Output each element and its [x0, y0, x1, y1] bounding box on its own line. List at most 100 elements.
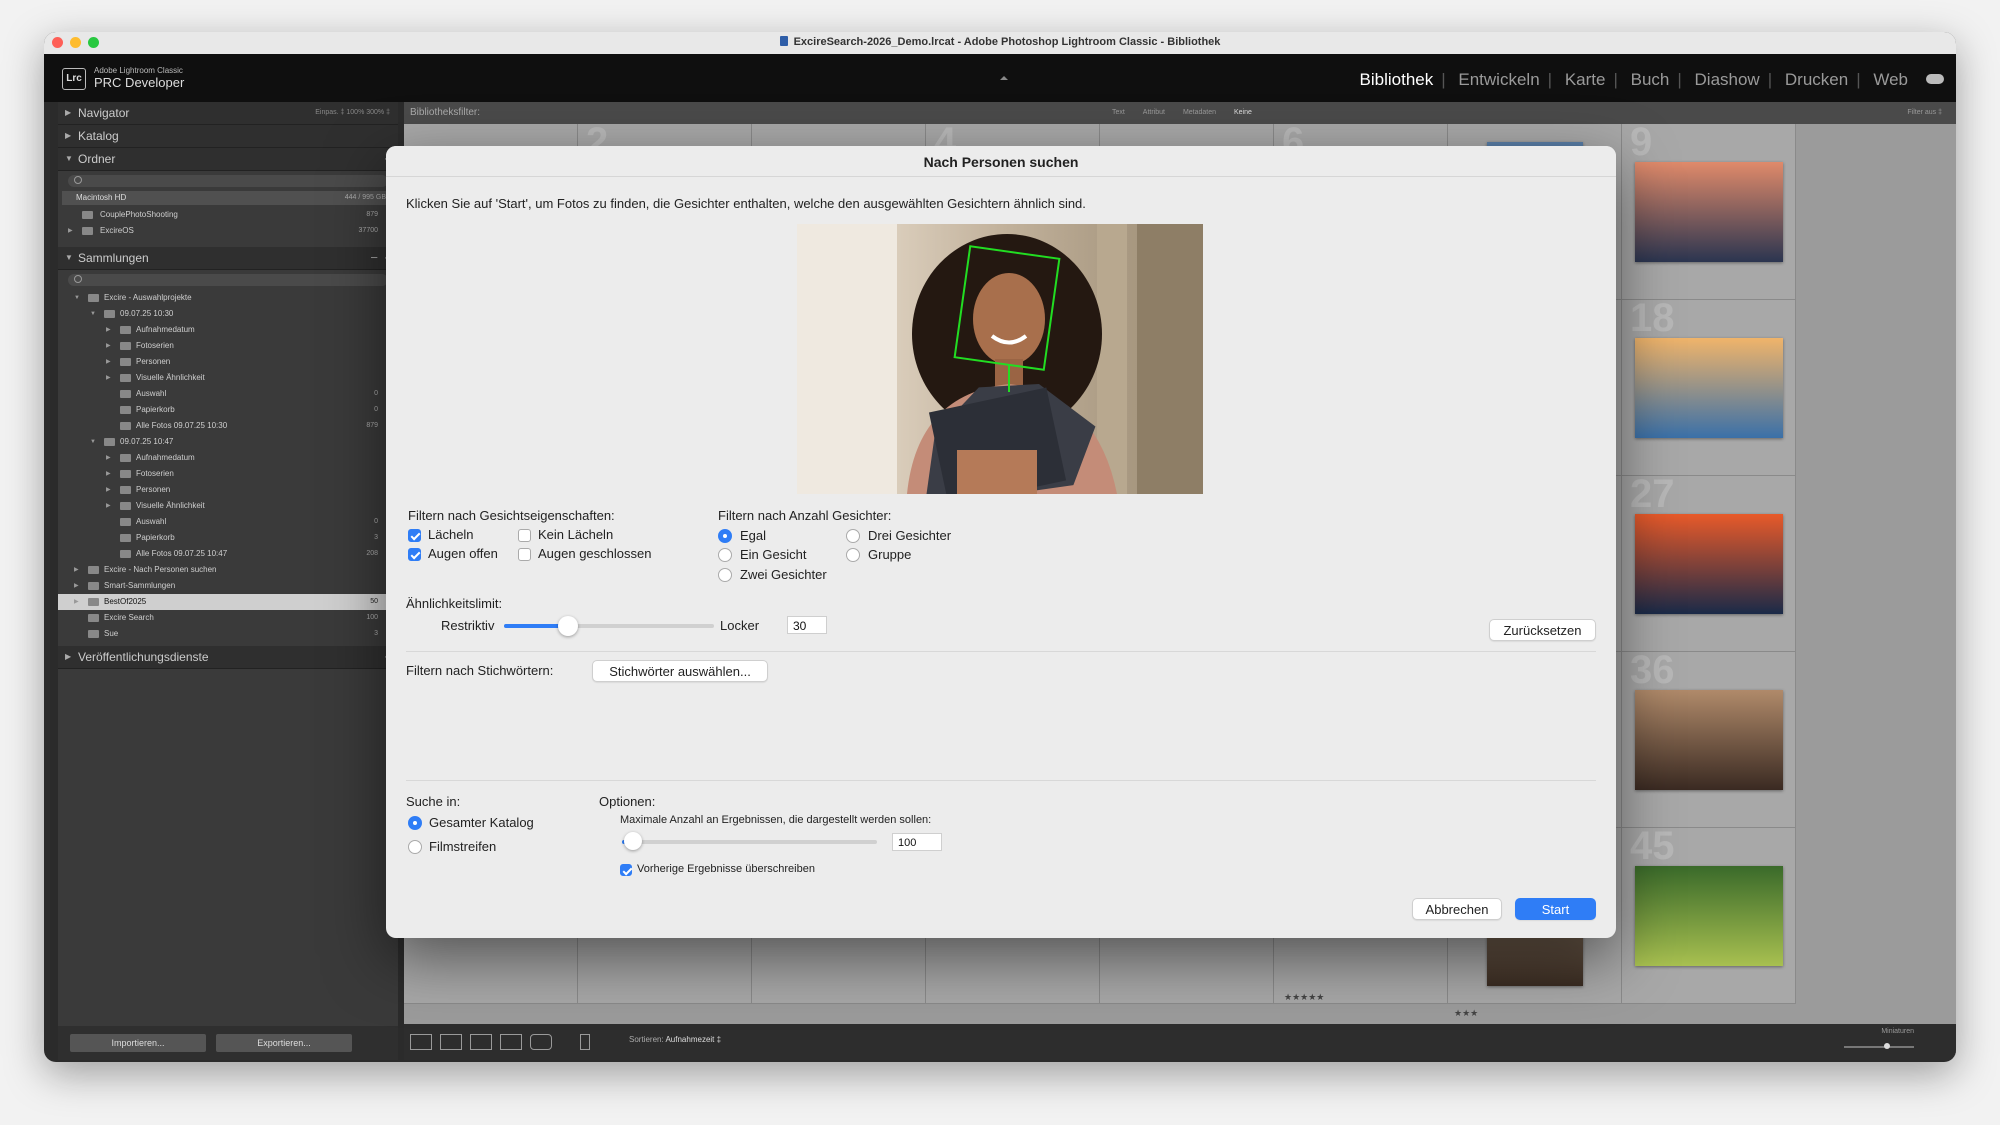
- similarity-slider[interactable]: [504, 624, 714, 628]
- folder-item[interactable]: ▶ ExcireOS 37700: [58, 223, 398, 239]
- veroeffentlichung-header[interactable]: ▶Veröffentlichungsdienste+: [58, 646, 398, 669]
- module-karte[interactable]: Karte: [1565, 70, 1606, 89]
- disclosure-triangle-icon[interactable]: ▶: [74, 594, 79, 610]
- overwrite-results-checkbox[interactable]: [620, 864, 632, 876]
- module-buch[interactable]: Buch: [1631, 70, 1670, 89]
- navigator-zoom-options[interactable]: Einpas. ‡ 100% 300% ‡: [315, 102, 390, 124]
- start-button[interactable]: Start: [1515, 898, 1596, 920]
- people-view-icon[interactable]: [530, 1034, 552, 1050]
- filter-keine[interactable]: Keine: [1226, 109, 1260, 116]
- grid-cell[interactable]: 18: [1622, 300, 1796, 476]
- collection-item[interactable]: ▶ Personen: [58, 354, 398, 370]
- survey-view-icon[interactable]: [500, 1034, 522, 1050]
- collection-item[interactable]: ▶ Smart-Sammlungen: [58, 578, 398, 594]
- thumbnail-size-slider[interactable]: [1844, 1043, 1914, 1049]
- collection-item[interactable]: Alle Fotos 09.07.25 10:30 879: [58, 418, 398, 434]
- count-one-radio[interactable]: [718, 548, 732, 562]
- collection-item[interactable]: ▶ Excire - Nach Personen suchen: [58, 562, 398, 578]
- collection-item[interactable]: ▼ Excire - Auswahlprojekte: [58, 290, 398, 306]
- cloud-icon[interactable]: [1926, 74, 1944, 84]
- similarity-slider-knob[interactable]: [558, 616, 578, 636]
- disclosure-triangle-icon[interactable]: ▼: [90, 306, 96, 322]
- thumbnail-image[interactable]: [1635, 866, 1783, 966]
- thumbnail-image[interactable]: [1635, 162, 1783, 262]
- navigator-header[interactable]: ▶ Navigator Einpas. ‡ 100% 300% ‡: [58, 102, 398, 125]
- disclosure-triangle-icon[interactable]: ▶: [106, 498, 111, 514]
- remove-collection-icon[interactable]: −: [370, 247, 378, 269]
- ordner-header[interactable]: ▼Ordner+: [58, 148, 398, 171]
- filter-attribut[interactable]: Attribut: [1135, 109, 1173, 116]
- export-button[interactable]: Exportieren...: [216, 1034, 352, 1052]
- katalog-header[interactable]: ▶ Katalog: [58, 125, 398, 148]
- module-drucken[interactable]: Drucken: [1785, 70, 1848, 89]
- loupe-view-icon[interactable]: [440, 1034, 462, 1050]
- sort-control[interactable]: Sortieren: Aufnahmezeit ‡: [629, 1035, 721, 1044]
- collection-item[interactable]: Papierkorb 0: [58, 402, 398, 418]
- filter-metadaten[interactable]: Metadaten: [1175, 109, 1224, 116]
- grid-cell[interactable]: 27: [1622, 476, 1796, 652]
- reset-button[interactable]: Zurücksetzen: [1489, 619, 1596, 641]
- module-web[interactable]: Web: [1873, 70, 1908, 89]
- collection-item[interactable]: Excire Search 100: [58, 610, 398, 626]
- collection-item[interactable]: Papierkorb 3: [58, 530, 398, 546]
- max-results-field[interactable]: 100: [892, 833, 942, 851]
- collection-item[interactable]: ▶ BestOf2025 50: [58, 594, 398, 610]
- disclosure-triangle-icon[interactable]: ▶: [106, 370, 111, 386]
- eyes-open-checkbox[interactable]: [408, 548, 421, 561]
- folder-item[interactable]: CouplePhotoShooting 879: [58, 207, 398, 223]
- thumbnail-image[interactable]: [1635, 338, 1783, 438]
- collection-item[interactable]: ▼ 09.07.25 10:47: [58, 434, 398, 450]
- collection-item[interactable]: ▶ Personen: [58, 482, 398, 498]
- thumbnail-size-knob[interactable]: [1884, 1043, 1890, 1049]
- painter-icon[interactable]: [580, 1034, 590, 1050]
- import-button[interactable]: Importieren...: [70, 1034, 206, 1052]
- collection-item[interactable]: Sue 3: [58, 626, 398, 642]
- smile-checkbox[interactable]: [408, 529, 421, 542]
- collection-item[interactable]: Alle Fotos 09.07.25 10:47 208: [58, 546, 398, 562]
- thumbnail-image[interactable]: [1635, 514, 1783, 614]
- module-bibliothek[interactable]: Bibliothek: [1360, 70, 1434, 89]
- filter-text[interactable]: Text: [1104, 109, 1133, 116]
- grid-cell[interactable]: 45: [1622, 828, 1796, 1004]
- disclosure-triangle-icon[interactable]: ▶: [74, 562, 79, 578]
- similarity-value-field[interactable]: 30: [787, 616, 827, 634]
- compare-view-icon[interactable]: [470, 1034, 492, 1050]
- collection-item[interactable]: ▶ Aufnahmedatum: [58, 450, 398, 466]
- collapse-top-panel-icon[interactable]: [1000, 76, 1008, 80]
- collection-search-input[interactable]: [68, 274, 388, 286]
- search-filmstrip-radio[interactable]: [408, 840, 422, 854]
- grid-view-icon[interactable]: [410, 1034, 432, 1050]
- cancel-button[interactable]: Abbrechen: [1412, 898, 1502, 920]
- grid-cell[interactable]: 9: [1622, 124, 1796, 300]
- filter-preset-select[interactable]: Filter aus ‡: [1907, 102, 1942, 124]
- disclosure-triangle-icon[interactable]: ▶: [106, 354, 111, 370]
- disclosure-triangle-icon[interactable]: ▶: [106, 450, 111, 466]
- count-two-radio[interactable]: [718, 568, 732, 582]
- collection-item[interactable]: ▶ Visuelle Ähnlichkeit: [58, 498, 398, 514]
- max-results-slider[interactable]: [622, 840, 877, 844]
- module-entwickeln[interactable]: Entwickeln: [1458, 70, 1539, 89]
- no-smile-checkbox[interactable]: [518, 529, 531, 542]
- disclosure-triangle-icon[interactable]: ▶: [106, 338, 111, 354]
- disclosure-triangle-icon[interactable]: ▼: [74, 290, 80, 306]
- module-diashow[interactable]: Diashow: [1695, 70, 1760, 89]
- search-whole-catalog-radio[interactable]: [408, 816, 422, 830]
- disclosure-triangle-icon[interactable]: ▶: [106, 466, 111, 482]
- collection-item[interactable]: Auswahl 0: [58, 514, 398, 530]
- disclosure-triangle-icon[interactable]: ▶: [106, 482, 111, 498]
- disclosure-triangle-icon[interactable]: ▶: [74, 578, 79, 594]
- count-three-radio[interactable]: [846, 529, 860, 543]
- collection-item[interactable]: ▶ Fotoserien: [58, 338, 398, 354]
- grid-cell[interactable]: 36: [1622, 652, 1796, 828]
- thumbnail-image[interactable]: [1635, 690, 1783, 790]
- collection-item[interactable]: ▶ Visuelle Ähnlichkeit: [58, 370, 398, 386]
- disclosure-triangle-icon[interactable]: ▶: [68, 223, 73, 239]
- collection-item[interactable]: Auswahl 0: [58, 386, 398, 402]
- count-any-radio[interactable]: [718, 529, 732, 543]
- eyes-closed-checkbox[interactable]: [518, 548, 531, 561]
- collection-item[interactable]: ▶ Aufnahmedatum: [58, 322, 398, 338]
- sammlungen-header[interactable]: ▼Sammlungen−+: [58, 247, 398, 270]
- volume-macintosh-hd[interactable]: Macintosh HD 444 / 995 GB: [62, 191, 394, 205]
- disclosure-triangle-icon[interactable]: ▼: [90, 434, 96, 450]
- max-results-slider-knob[interactable]: [624, 832, 642, 850]
